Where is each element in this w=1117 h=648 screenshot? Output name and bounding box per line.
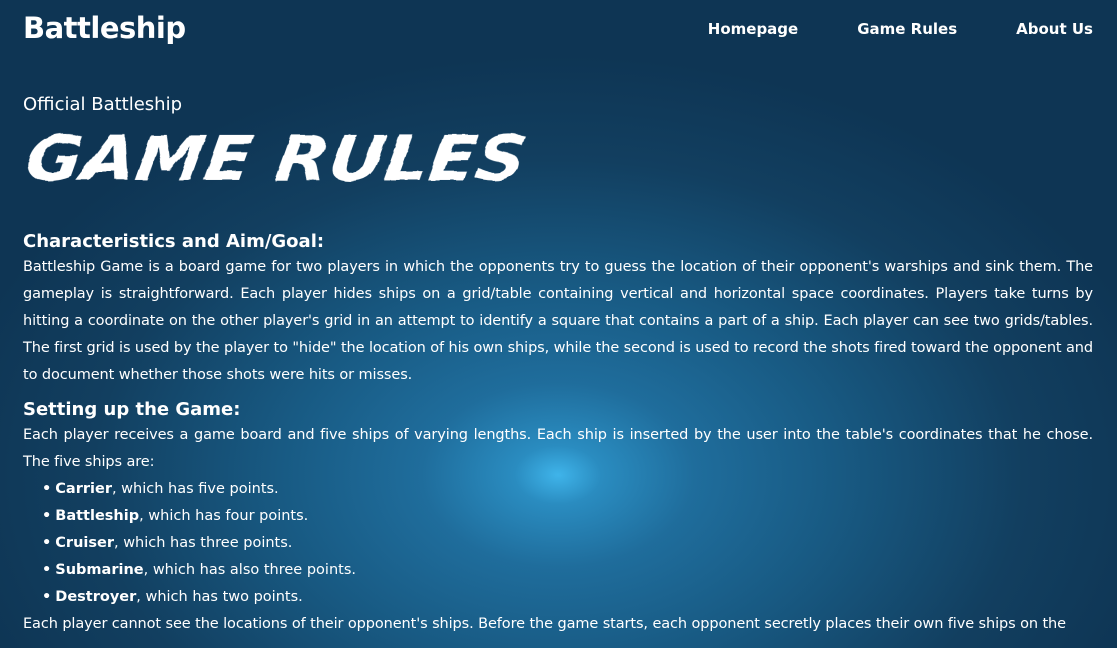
ship-name: Cruiser (55, 535, 114, 551)
ship-name: Battleship (55, 508, 140, 524)
section-text-setup: Each player receives a game board and fi… (23, 427, 1093, 470)
section-heading-characteristics: Characteristics and Aim/Goal: (23, 231, 325, 252)
list-item: • Carrier, which has five points. (42, 476, 1093, 503)
nav-about-us[interactable]: About Us (1016, 18, 1093, 40)
ship-name: Carrier (55, 481, 112, 497)
bullet-icon: • (42, 589, 52, 605)
section-heading-setup: Setting up the Game: (23, 399, 241, 420)
section-text-characteristics: Battleship Game is a board game for two … (23, 259, 1094, 383)
ship-desc: , which has also three points. (143, 562, 356, 578)
ship-name: Submarine (55, 562, 144, 578)
page-title-text: GAME RULES (21, 124, 531, 190)
ship-desc: , which has three points. (113, 535, 293, 551)
bullet-icon: • (42, 562, 52, 578)
bullet-icon: • (42, 508, 52, 524)
bullet-icon: • (42, 481, 52, 497)
header: Battleship Homepage Game Rules About Us (0, 0, 1117, 58)
page-subtitle: Official Battleship (23, 94, 183, 115)
ship-name: Destroyer (55, 589, 137, 605)
list-item: • Destroyer, which has two points. (42, 584, 1093, 611)
list-item: • Submarine, which has also three points. (42, 557, 1093, 584)
ship-desc: , which has four points. (139, 508, 309, 524)
main-nav: Homepage Game Rules About Us (649, 18, 1093, 40)
nav-homepage[interactable]: Homepage (708, 18, 798, 40)
main-content: Official Battleship GAME RULES Character… (21, 92, 1094, 638)
ship-desc: , which has two points. (136, 589, 303, 605)
ship-desc: , which has five points. (111, 481, 279, 497)
page-title: GAME RULES (21, 124, 1093, 190)
list-item: • Cruiser, which has three points. (42, 530, 1093, 557)
section-text-setup-continued: Each player cannot see the locations of … (23, 616, 1066, 632)
brand-logo[interactable]: Battleship (23, 8, 186, 48)
ships-list: • Carrier, which has five points. • Battle… (23, 476, 1093, 611)
bullet-icon: • (42, 535, 52, 551)
list-item: • Battleship, which has four points. (42, 503, 1093, 530)
nav-game-rules[interactable]: Game Rules (857, 18, 957, 40)
